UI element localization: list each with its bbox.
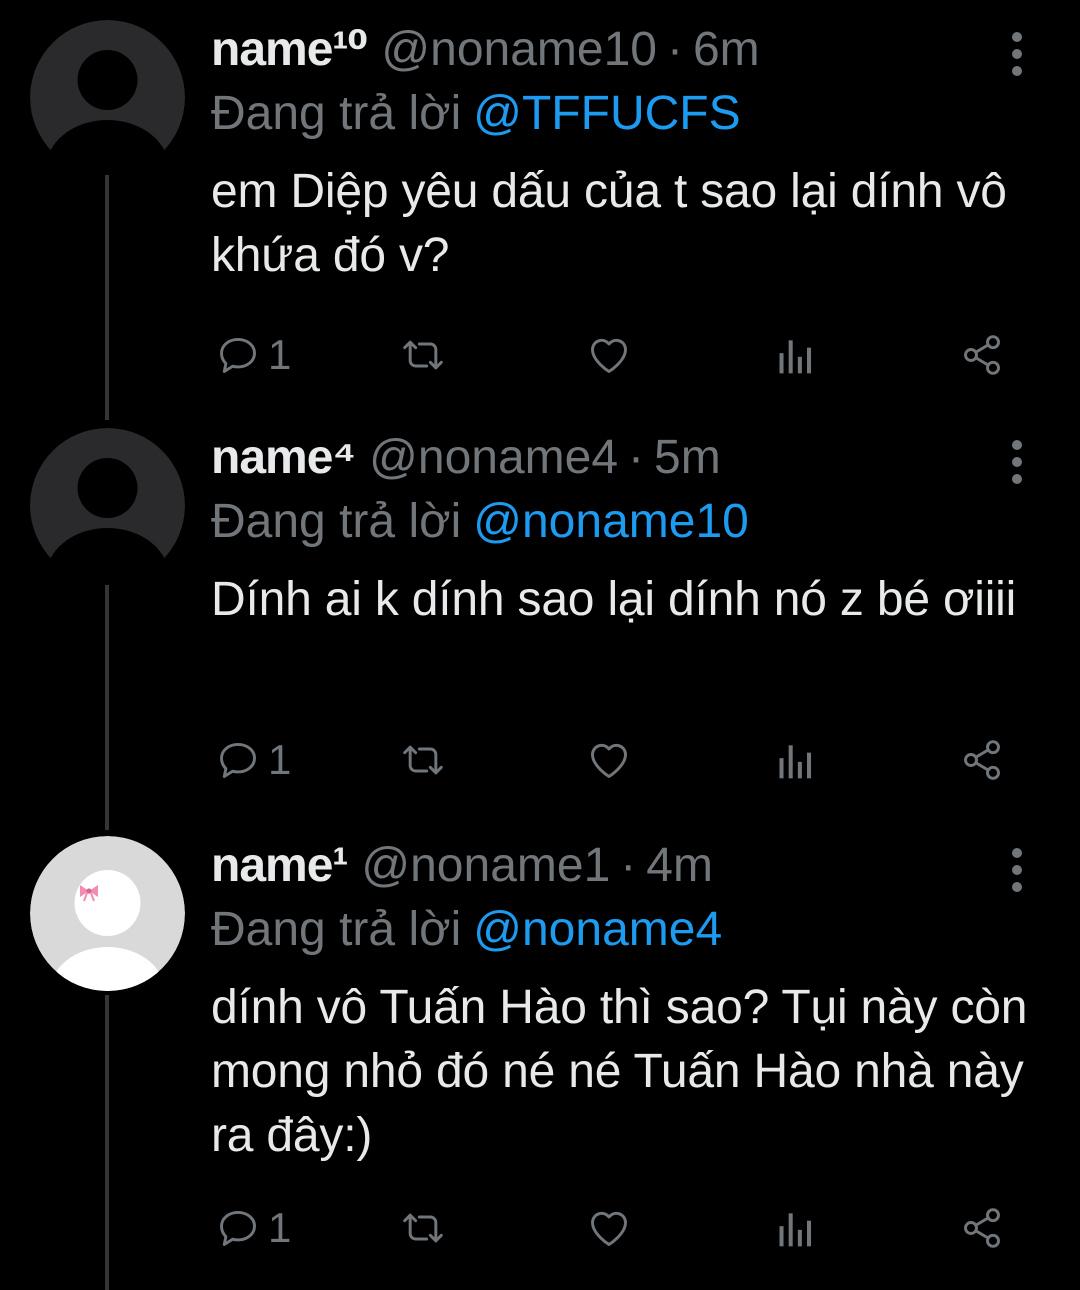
more-options-icon[interactable] [1000, 440, 1034, 484]
like-button[interactable] [585, 730, 633, 790]
reply-mention-link[interactable]: @noname4 [473, 903, 722, 956]
separator-dot: · [620, 839, 637, 892]
reply-button[interactable]: 1 [216, 1198, 291, 1258]
replying-to-label: Đang trả lời [211, 87, 462, 140]
share-button[interactable] [959, 325, 1005, 385]
display-name[interactable]: name⁴ [211, 428, 356, 488]
heart-icon [591, 743, 627, 778]
thread-line [105, 995, 109, 1290]
tweet-actions: 1 [211, 1198, 1041, 1258]
retweet-icon [403, 1213, 443, 1243]
replying-to: Đang trả lời @TFFUCFS [211, 84, 741, 144]
tweet-header: name¹ @noname1 · 4m [211, 836, 713, 896]
heart-icon [591, 1211, 627, 1246]
share-button[interactable] [959, 1198, 1005, 1258]
tweet-actions: 1 [211, 730, 1041, 790]
analytics-icon [779, 340, 812, 374]
share-icon [964, 1208, 1000, 1248]
reply-count: 1 [268, 331, 292, 378]
retweet-button[interactable] [399, 1198, 447, 1258]
replying-to-label: Đang trả lời [211, 495, 462, 548]
retweet-icon [403, 340, 443, 370]
reply-mention-link[interactable]: @noname10 [473, 495, 749, 548]
display-name[interactable]: name¹ [211, 836, 348, 896]
share-button[interactable] [959, 730, 1005, 790]
tweet-text: em Diệp yêu dấu của t sao lại dính vô kh… [211, 165, 1007, 282]
analytics-button[interactable] [776, 325, 816, 385]
retweet-icon [403, 745, 443, 775]
separator-dot: · [666, 23, 683, 76]
tweet-text: Dính ai k dính sao lại dính nó z bé ơiii… [211, 573, 1017, 626]
replying-to-label: Đang trả lời [211, 903, 462, 956]
tweet-text: dính vô Tuấn Hào thì sao? Tụi này còn mo… [211, 981, 1028, 1162]
analytics-icon [779, 1213, 812, 1247]
retweet-button[interactable] [399, 730, 447, 790]
replying-to: Đang trả lời @noname10 [211, 492, 749, 552]
user-handle[interactable]: @noname4 [369, 428, 618, 488]
share-icon [964, 740, 1000, 780]
share-icon [964, 335, 1000, 375]
reply-icon [220, 1210, 256, 1246]
analytics-button[interactable] [776, 1198, 816, 1258]
avatar[interactable] [30, 836, 185, 991]
reply-icon [220, 742, 256, 778]
tweet-header: name⁴ @noname4 · 5m [211, 428, 721, 488]
retweet-button[interactable] [399, 325, 447, 385]
more-options-icon[interactable] [1000, 32, 1034, 76]
like-button[interactable] [585, 1198, 633, 1258]
analytics-icon [779, 745, 812, 779]
more-options-icon[interactable] [1000, 848, 1034, 892]
reply-count: 1 [268, 736, 292, 783]
display-name[interactable]: name¹⁰ [211, 20, 368, 80]
white-avatar-with-pink-bow-icon [30, 836, 185, 991]
avatar[interactable] [30, 428, 185, 583]
user-handle[interactable]: @noname1 [361, 836, 610, 896]
default-avatar-icon [30, 20, 185, 175]
reply-icon [220, 337, 256, 373]
replying-to: Đang trả lời @noname4 [211, 900, 722, 960]
tweet-actions: 1 [211, 325, 1041, 385]
timestamp[interactable]: 5m [654, 428, 721, 488]
default-avatar-icon [30, 428, 185, 583]
user-handle[interactable]: @noname10 [381, 20, 657, 80]
timestamp[interactable]: 6m [693, 20, 760, 80]
thread-line [105, 585, 109, 830]
heart-icon [591, 338, 627, 373]
like-button[interactable] [585, 325, 633, 385]
thread-line [105, 175, 109, 420]
reply-button[interactable]: 1 [216, 730, 291, 790]
reply-mention-link[interactable]: @TFFUCFS [473, 87, 740, 140]
reply-button[interactable]: 1 [216, 325, 291, 385]
timestamp[interactable]: 4m [646, 836, 713, 896]
reply-count: 1 [268, 1204, 292, 1251]
avatar[interactable] [30, 20, 185, 175]
tweet-header: name¹⁰ @noname10 · 6m [211, 20, 760, 80]
analytics-button[interactable] [776, 730, 816, 790]
separator-dot: · [628, 431, 645, 484]
